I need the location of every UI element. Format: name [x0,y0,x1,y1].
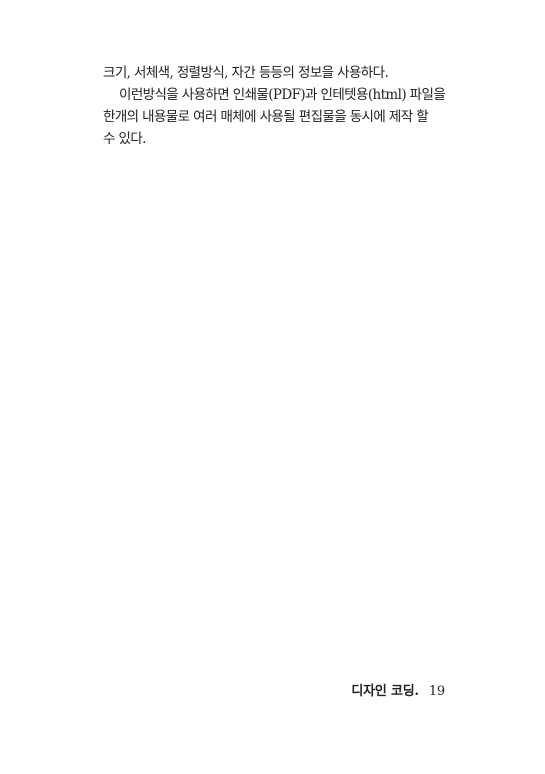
page-number: 19 [428,684,445,699]
body-line: 수 있다. [103,131,146,147]
body-line: 이런방식을 사용하면 인쇄물(PDF)과 인테텟용(html) 파일을 [119,87,446,103]
document-page: 크기, 서체색, 정렬방식, 자간 등등의 정보을 사용하다. 이런방식을 사용… [0,0,545,774]
body-line: 한개의 내용물로 여러 매체에 사용될 편집물을 동시에 제작 할 [103,109,429,125]
body-line: 크기, 서체색, 정렬방식, 자간 등등의 정보을 사용하다. [103,65,389,81]
section-title: 디자인 코딩. [351,684,419,699]
body-paragraph: 크기, 서체색, 정렬방식, 자간 등등의 정보을 사용하다. 이런방식을 사용… [103,62,446,150]
page-footer: 디자인 코딩. 19 [351,680,445,699]
